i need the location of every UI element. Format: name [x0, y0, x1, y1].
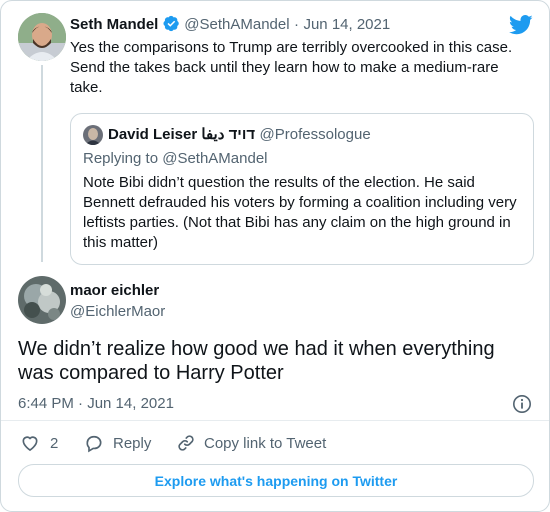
explore-twitter-button[interactable]: Explore what's happening on Twitter — [18, 464, 534, 497]
copy-link-label: Copy link to Tweet — [204, 434, 327, 452]
twitter-bird-icon[interactable] — [509, 15, 533, 35]
thread-tweet-header: Seth Mandel @SethAMandel · Jun 14, 2021 — [70, 15, 390, 34]
quoted-tweet-text: Note Bibi didn’t question the results of… — [83, 174, 517, 251]
reply-button[interactable]: Reply — [84, 433, 151, 453]
embedded-tweet-card: Seth Mandel @SethAMandel · Jun 14, 2021 … — [0, 0, 550, 512]
link-icon — [178, 435, 194, 451]
quoted-tweet[interactable]: David Leiser דויד ديفا @Professologue Re… — [70, 113, 534, 265]
like-button[interactable]: 2 — [20, 433, 58, 453]
separator-dot: · — [294, 16, 300, 33]
info-icon[interactable] — [512, 394, 532, 414]
avatar — [83, 125, 103, 145]
author-handle: @Professologue — [259, 126, 371, 143]
verified-badge-icon — [163, 15, 179, 32]
author-handle[interactable]: @EichlerMaor — [70, 303, 165, 320]
thread-connector-line — [41, 65, 43, 262]
author-name[interactable]: maor eichler — [70, 282, 159, 299]
avatar-photo — [18, 276, 66, 324]
copy-link-button[interactable]: Copy link to Tweet — [176, 433, 326, 453]
author-name: David Leiser דויד ديفا — [108, 126, 256, 143]
main-tweet-text: We didn’t realize how good we had it whe… — [18, 338, 495, 384]
author-handle[interactable]: @SethAMandel — [184, 16, 289, 33]
heart-icon — [22, 436, 38, 452]
tweet-date[interactable]: Jun 14, 2021 — [303, 16, 390, 33]
speech-bubble-icon — [86, 435, 102, 453]
avatar[interactable] — [18, 276, 66, 324]
avatar-photo — [18, 13, 66, 61]
reply-label: Reply — [113, 434, 152, 452]
tweet-timestamp[interactable]: 6:44 PM · Jun 14, 2021 — [18, 395, 174, 412]
thread-tweet-text: Yes the comparisons to Trump are terribl… — [70, 39, 513, 96]
avatar[interactable] — [18, 13, 66, 61]
like-count: 2 — [50, 434, 59, 452]
divider — [1, 420, 549, 421]
quoted-tweet-header: David Leiser דויד ديفا @Professologue — [108, 125, 371, 144]
author-name[interactable]: Seth Mandel — [70, 16, 158, 33]
replying-to-label: Replying to @SethAMandel — [83, 150, 268, 167]
explore-label: Explore what's happening on Twitter — [154, 472, 398, 489]
